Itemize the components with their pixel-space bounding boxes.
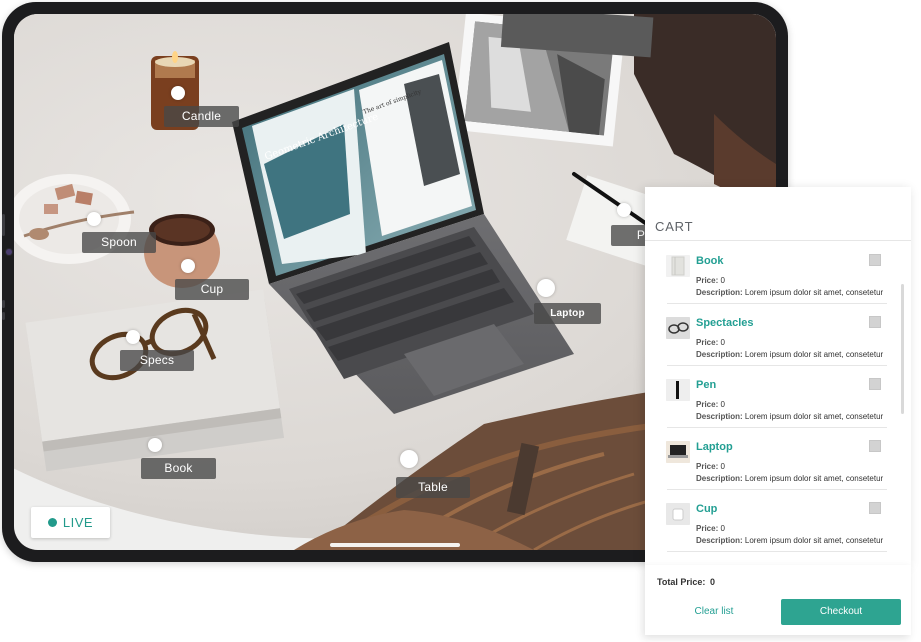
cart-item-name[interactable]: Pen bbox=[696, 379, 716, 391]
price-value: 0 bbox=[720, 400, 725, 409]
cart-item-checkbox[interactable] bbox=[869, 440, 881, 452]
hotspot-table-label[interactable]: Table bbox=[396, 477, 470, 498]
cart-item-price: Price: 0 bbox=[696, 524, 725, 533]
description-label: Description: bbox=[696, 350, 743, 359]
live-indicator-icon bbox=[47, 518, 57, 527]
cart-item-partial[interactable] bbox=[645, 557, 901, 565]
divider bbox=[645, 240, 911, 241]
spectacles-icon bbox=[666, 317, 690, 339]
cart-item-checkbox[interactable] bbox=[869, 254, 881, 266]
cart-item-description: Description: Lorem ipsum dolor sit amet,… bbox=[696, 474, 883, 483]
cart-item-laptop[interactable]: Laptop Price: 0 Description: Lorem ipsum… bbox=[645, 433, 901, 495]
hotspot-laptop-marker[interactable] bbox=[537, 279, 555, 297]
hotspot-pen-marker[interactable] bbox=[617, 203, 631, 217]
description-label: Description: bbox=[696, 474, 743, 483]
pen-icon bbox=[666, 379, 690, 401]
hotspot-cup-marker[interactable] bbox=[181, 259, 195, 273]
cart-item-list[interactable]: Book Price: 0 Description: Lorem ipsum d… bbox=[645, 247, 901, 565]
cart-item-price: Price: 0 bbox=[696, 338, 725, 347]
side-button-1 bbox=[2, 300, 5, 308]
hotspot-book-label[interactable]: Book bbox=[141, 458, 216, 479]
cart-item-name[interactable]: Laptop bbox=[696, 441, 733, 453]
hotspot-spoon-label[interactable]: Spoon bbox=[82, 232, 156, 253]
cart-panel: CART Book Price: 0 Description: Lorem ip… bbox=[645, 187, 911, 565]
hotspot-spoon-marker[interactable] bbox=[87, 212, 101, 226]
hotspot-cup-label[interactable]: Cup bbox=[175, 279, 249, 300]
description-label: Description: bbox=[696, 288, 743, 297]
book-icon bbox=[666, 255, 690, 277]
cart-item-cup[interactable]: Cup Price: 0 Description: Lorem ipsum do… bbox=[645, 495, 901, 557]
total-price-value: 0 bbox=[710, 577, 716, 587]
checkout-button[interactable]: Checkout bbox=[781, 599, 901, 625]
price-value: 0 bbox=[720, 338, 725, 347]
live-label: LIVE bbox=[62, 515, 94, 530]
hotspot-laptop-label[interactable]: Laptop bbox=[534, 303, 601, 324]
side-button-2 bbox=[2, 312, 5, 320]
hotspot-book-marker[interactable] bbox=[148, 438, 162, 452]
cart-item-description: Description: Lorem ipsum dolor sit amet,… bbox=[696, 350, 883, 359]
cart-summary: Total Price: 0 Clear list Checkout bbox=[645, 565, 911, 635]
cart-item-name[interactable]: Book bbox=[696, 255, 724, 267]
live-badge: LIVE bbox=[31, 507, 110, 538]
volume-button bbox=[2, 214, 5, 236]
description-value: Lorem ipsum dolor sit amet, consetetur bbox=[744, 536, 884, 545]
description-value: Lorem ipsum dolor sit amet, consetetur bbox=[744, 288, 884, 297]
hotspot-specs-label[interactable]: Specs bbox=[120, 350, 194, 371]
cart-item-checkbox[interactable] bbox=[869, 316, 881, 328]
divider bbox=[667, 303, 887, 304]
price-label: Price: bbox=[696, 400, 719, 409]
divider bbox=[667, 365, 887, 366]
divider bbox=[667, 427, 887, 428]
cart-item-name[interactable]: Spectacles bbox=[696, 317, 753, 329]
cup-icon bbox=[666, 503, 690, 525]
price-value: 0 bbox=[720, 276, 725, 285]
description-label: Description: bbox=[696, 412, 743, 421]
home-indicator[interactable] bbox=[330, 543, 460, 547]
cart-item-spectacles[interactable]: Spectacles Price: 0 Description: Lorem i… bbox=[645, 309, 901, 371]
price-value: 0 bbox=[720, 462, 725, 471]
hotspot-candle-marker[interactable] bbox=[171, 86, 185, 100]
description-value: Lorem ipsum dolor sit amet, consetetur bbox=[744, 350, 884, 359]
description-value: Lorem ipsum dolor sit amet, consetetur bbox=[744, 474, 884, 483]
cart-item-checkbox[interactable] bbox=[869, 378, 881, 390]
cart-item-description: Description: Lorem ipsum dolor sit amet,… bbox=[696, 536, 883, 545]
price-label: Price: bbox=[696, 338, 719, 347]
cart-scrollbar[interactable] bbox=[901, 284, 904, 414]
cart-item-price: Price: 0 bbox=[696, 462, 725, 471]
price-value: 0 bbox=[720, 524, 725, 533]
cart-item-name[interactable]: Cup bbox=[696, 503, 717, 515]
total-price-label: Total Price: bbox=[657, 577, 706, 587]
hotspot-specs-marker[interactable] bbox=[126, 330, 140, 344]
price-label: Price: bbox=[696, 276, 719, 285]
hotspot-table-marker[interactable] bbox=[400, 450, 418, 468]
cart-item-checkbox[interactable] bbox=[869, 502, 881, 514]
cart-item-book[interactable]: Book Price: 0 Description: Lorem ipsum d… bbox=[645, 247, 901, 309]
clear-list-button[interactable]: Clear list bbox=[679, 601, 749, 623]
front-camera-icon bbox=[6, 249, 12, 255]
hotspot-candle-label[interactable]: Candle bbox=[164, 106, 239, 127]
cart-item-price: Price: 0 bbox=[696, 400, 725, 409]
cart-item-pen[interactable]: Pen Price: 0 Description: Lorem ipsum do… bbox=[645, 371, 901, 433]
description-value: Lorem ipsum dolor sit amet, consetetur bbox=[744, 412, 884, 421]
cart-item-description: Description: Lorem ipsum dolor sit amet,… bbox=[696, 412, 883, 421]
laptop-icon bbox=[666, 441, 690, 463]
cart-title: CART bbox=[655, 219, 694, 234]
cart-item-price: Price: 0 bbox=[696, 276, 725, 285]
price-label: Price: bbox=[696, 462, 719, 471]
cart-item-description: Description: Lorem ipsum dolor sit amet,… bbox=[696, 288, 883, 297]
description-label: Description: bbox=[696, 536, 743, 545]
divider bbox=[667, 551, 887, 552]
divider bbox=[667, 489, 887, 490]
price-label: Price: bbox=[696, 524, 719, 533]
